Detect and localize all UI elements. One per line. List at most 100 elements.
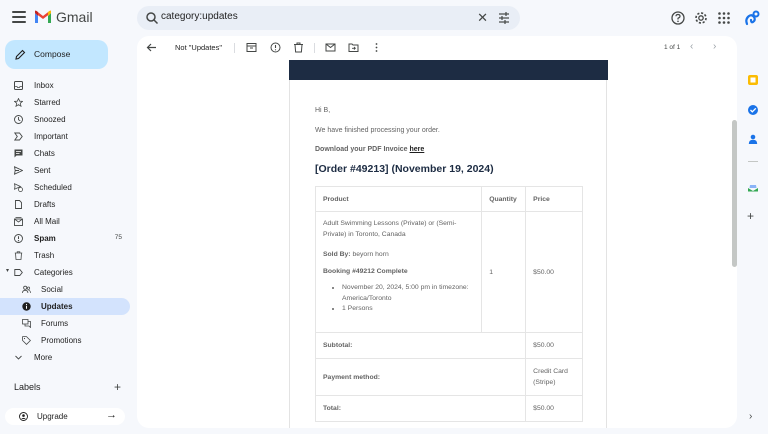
sidebar-item-promotions[interactable]: Promotions bbox=[0, 332, 130, 349]
sidebar-item-label: All Mail bbox=[34, 217, 60, 226]
delete-icon[interactable] bbox=[293, 42, 304, 53]
next-page-icon[interactable]: › bbox=[713, 41, 716, 52]
chevron-down-icon bbox=[15, 355, 22, 360]
header-price: Price bbox=[525, 186, 583, 212]
sidebar-item-label: Important bbox=[34, 132, 68, 141]
sidebar-item-label: Trash bbox=[34, 251, 55, 260]
email-intro: We have finished processing your order. bbox=[315, 127, 440, 134]
apps-grid-icon[interactable] bbox=[716, 10, 732, 26]
sidebar-item-label: Spam bbox=[34, 234, 56, 243]
sidebar-item-scheduled[interactable]: Scheduled bbox=[0, 179, 130, 196]
contacts-app-icon[interactable] bbox=[747, 133, 759, 145]
sidebar-item-categories[interactable]: ▾ Categories bbox=[0, 264, 130, 281]
sidebar-item-snoozed[interactable]: Snoozed bbox=[0, 111, 130, 128]
toolbar-divider bbox=[314, 43, 315, 53]
search-bar[interactable]: category:updates ✕ bbox=[137, 6, 520, 30]
tasks-app-icon[interactable] bbox=[747, 104, 759, 116]
search-input[interactable]: category:updates bbox=[161, 11, 238, 22]
spam-count: 75 bbox=[114, 234, 122, 241]
sidebar-item-label: Promotions bbox=[41, 336, 82, 345]
addon-app-icon[interactable] bbox=[747, 182, 759, 194]
sidebar-item-label: Categories bbox=[34, 268, 73, 277]
nav-list: Inbox Starred Snoozed Important Chats Se… bbox=[0, 77, 130, 366]
add-label-icon[interactable]: + bbox=[114, 380, 121, 394]
sidebar-item-forums[interactable]: Forums bbox=[0, 315, 130, 332]
prev-page-icon[interactable]: ‹ bbox=[690, 41, 693, 52]
subtotal-row: Subtotal: $50.00 bbox=[314, 332, 583, 359]
sidebar-item-label: Sent bbox=[34, 166, 51, 175]
clear-search-icon[interactable]: ✕ bbox=[477, 10, 488, 26]
back-arrow-icon[interactable] bbox=[146, 42, 157, 53]
email-greeting: Hi B, bbox=[315, 107, 331, 114]
sidebar-item-inbox[interactable]: Inbox bbox=[0, 77, 130, 94]
header-quantity: Quantity bbox=[481, 186, 527, 212]
calendar-app-icon[interactable] bbox=[747, 74, 759, 86]
settings-gear-icon[interactable] bbox=[693, 10, 709, 26]
search-icon[interactable] bbox=[145, 11, 159, 25]
booking-status: Booking #49212 Complete bbox=[323, 268, 408, 275]
toolbar-divider bbox=[234, 43, 235, 53]
header-product: Product bbox=[314, 186, 483, 212]
caret-down-icon[interactable]: ▾ bbox=[6, 267, 9, 274]
sidebar: Compose Inbox Starred Snoozed Important … bbox=[0, 36, 136, 434]
sidebar-item-trash[interactable]: Trash bbox=[0, 247, 130, 264]
sold-by: Sold By: beyorn horn bbox=[323, 251, 474, 258]
top-bar: Gmail category:updates ✕ bbox=[0, 0, 768, 36]
sidebar-item-spam[interactable]: Spam 75 bbox=[0, 230, 130, 247]
order-table: Product Quantity Price Adult Swimming Le… bbox=[314, 186, 583, 422]
report-spam-icon[interactable] bbox=[270, 42, 281, 53]
pencil-icon bbox=[15, 49, 26, 60]
move-to-icon[interactable] bbox=[348, 42, 359, 53]
message-toolbar: Not "Updates" 1 of 1 ‹ › bbox=[137, 36, 737, 60]
sidebar-item-chats[interactable]: Chats bbox=[0, 145, 130, 162]
clock-icon bbox=[14, 115, 23, 124]
sidebar-item-updates[interactable]: Updates bbox=[0, 298, 130, 315]
gmail-logo-icon bbox=[35, 10, 51, 23]
search-options-icon[interactable] bbox=[497, 11, 511, 25]
sidebar-item-social[interactable]: Social bbox=[0, 281, 130, 298]
product-name: Adult Swimming Lessons (Private) or (Sem… bbox=[323, 220, 457, 238]
label-icon bbox=[14, 269, 23, 276]
sold-by-label: Sold By: bbox=[323, 251, 351, 258]
spam-icon bbox=[14, 234, 23, 243]
table-row: Adult Swimming Lessons (Private) or (Sem… bbox=[314, 211, 583, 333]
sidebar-item-starred[interactable]: Starred bbox=[0, 94, 130, 111]
sidebar-item-all-mail[interactable]: All Mail bbox=[0, 213, 130, 230]
email-header-banner bbox=[289, 60, 608, 80]
sidebar-item-important[interactable]: Important bbox=[0, 128, 130, 145]
get-addons-icon[interactable]: + bbox=[747, 209, 754, 223]
total-row: Total: $50.00 bbox=[314, 395, 583, 422]
sidebar-item-label: Inbox bbox=[34, 81, 54, 90]
shield-icon bbox=[19, 412, 28, 421]
compose-button[interactable]: Compose bbox=[5, 40, 108, 69]
draft-icon bbox=[15, 200, 22, 209]
download-prefix: Download your PDF Invoice bbox=[315, 146, 410, 153]
main-menu-icon[interactable] bbox=[12, 11, 26, 23]
side-panel-divider bbox=[748, 161, 758, 162]
more-vert-icon[interactable] bbox=[371, 42, 382, 53]
info-icon bbox=[22, 302, 31, 311]
sidebar-item-label: Snoozed bbox=[34, 115, 66, 124]
forum-icon bbox=[22, 319, 31, 328]
upgrade-button[interactable]: Upgrade → bbox=[5, 408, 125, 425]
upgrade-label: Upgrade bbox=[37, 412, 68, 421]
sidebar-item-more[interactable]: More bbox=[0, 349, 130, 366]
account-avatar[interactable] bbox=[742, 8, 762, 28]
sidebar-item-drafts[interactable]: Drafts bbox=[0, 196, 130, 213]
expand-side-panel-icon[interactable]: › bbox=[749, 411, 752, 422]
download-invoice-link[interactable]: here bbox=[410, 146, 425, 153]
quantity-cell: 1 bbox=[481, 211, 527, 333]
sidebar-item-sent[interactable]: Sent bbox=[0, 162, 130, 179]
message-view: Not "Updates" 1 of 1 ‹ › Hi B, We have f… bbox=[137, 36, 737, 428]
help-icon[interactable] bbox=[670, 10, 686, 26]
archive-icon[interactable] bbox=[246, 42, 257, 53]
list-item: 1 Persons bbox=[342, 304, 474, 315]
not-updates-button[interactable]: Not "Updates" bbox=[175, 43, 222, 52]
payment-row: Payment method: Credit Card (Stripe) bbox=[314, 358, 583, 396]
subtotal-value: $50.00 bbox=[525, 332, 583, 359]
payment-label: Payment method: bbox=[314, 358, 527, 396]
mark-unread-icon[interactable] bbox=[325, 42, 336, 53]
scrollbar-thumb[interactable] bbox=[732, 120, 737, 267]
subtotal-label: Subtotal: bbox=[314, 332, 527, 359]
price-cell: $50.00 bbox=[525, 211, 583, 333]
